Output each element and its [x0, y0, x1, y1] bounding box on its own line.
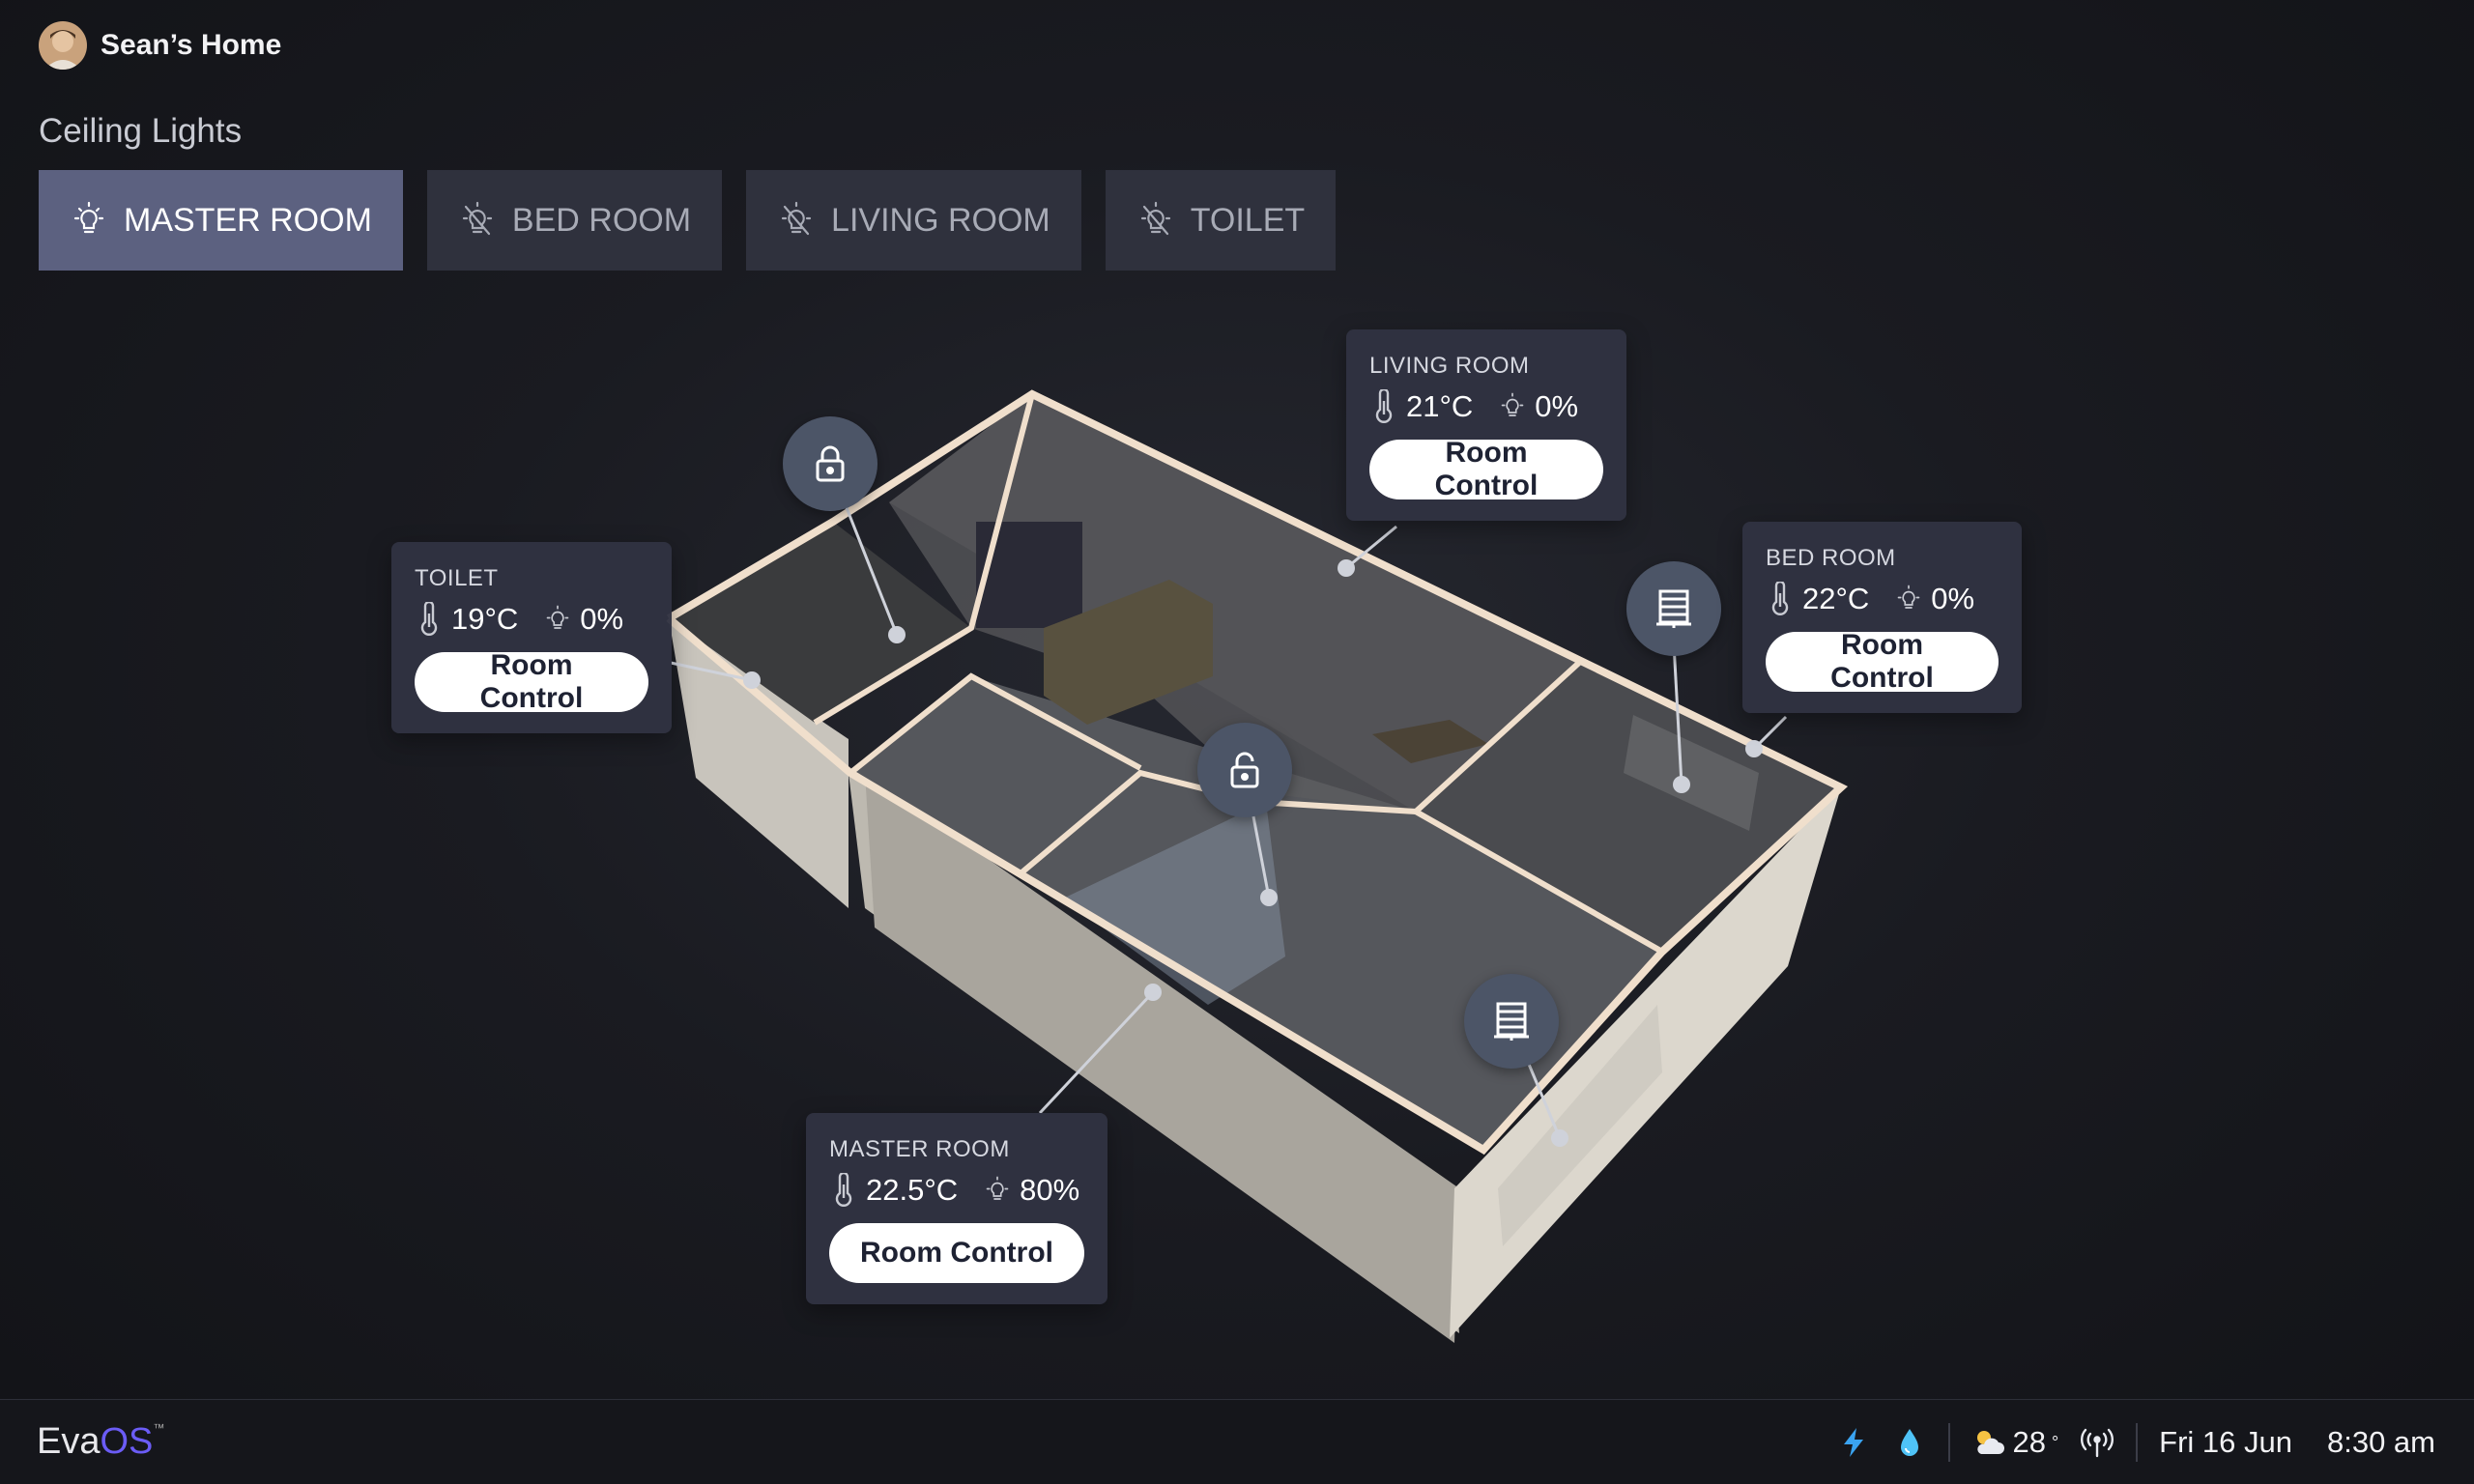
- lock-button-toilet[interactable]: [783, 416, 877, 511]
- time-display: 8:30 am: [2326, 1425, 2435, 1459]
- weather-degree: °: [2051, 1432, 2059, 1452]
- room-temperature: 21°C: [1406, 389, 1474, 423]
- thermometer-icon: [835, 1173, 852, 1207]
- room-stats: 21°C 0%: [1369, 389, 1603, 424]
- bulb-icon: [546, 605, 569, 629]
- thermometer-icon: [1771, 582, 1789, 615]
- bulb-icon: [1897, 585, 1920, 609]
- room-stats: 22.5°C 80%: [829, 1173, 1084, 1208]
- window-blinds-icon: [1494, 1002, 1529, 1041]
- divider: [1948, 1423, 1951, 1462]
- leader-dot: [1551, 1129, 1568, 1147]
- leader-dot: [888, 626, 906, 643]
- bulb-icon: [1501, 392, 1524, 416]
- lightning-icon[interactable]: [1836, 1425, 1871, 1460]
- lock-icon: [816, 445, 845, 482]
- leader-dot: [1673, 776, 1690, 793]
- room-name: MASTER ROOM: [829, 1136, 1010, 1162]
- room-card-toilet: TOILET 19°C 0% Room Control: [391, 542, 672, 733]
- room-name: TOILET: [415, 565, 499, 591]
- wireless-signal-icon[interactable]: [2080, 1425, 2114, 1460]
- blinds-button-bed[interactable]: [1626, 561, 1721, 656]
- room-name: BED ROOM: [1766, 545, 1896, 571]
- status-bar: EvaOS™ 28 ° Fri 16 Jun 8:30 am: [0, 1399, 2474, 1484]
- room-control-button[interactable]: Room Control: [829, 1223, 1084, 1283]
- divider: [2136, 1423, 2139, 1462]
- room-control-button[interactable]: Room Control: [1369, 437, 1603, 501]
- thermometer-icon: [1375, 389, 1393, 423]
- status-tray: 28 ° Fri 16 Jun 8:30 am: [1836, 1419, 2435, 1466]
- room-light-level: 0%: [580, 602, 624, 636]
- room-light-level: 80%: [1020, 1173, 1080, 1207]
- leader-dot: [1338, 559, 1355, 577]
- room-light-level: 0%: [1931, 582, 1975, 615]
- leader-dot: [1260, 889, 1278, 906]
- blinds-button-master[interactable]: [1464, 974, 1559, 1069]
- brand-os: OS: [100, 1421, 154, 1462]
- unlock-icon: [1230, 752, 1259, 788]
- thermometer-icon: [420, 602, 438, 636]
- room-temperature: 22°C: [1802, 582, 1870, 615]
- room-temperature: 19°C: [451, 602, 519, 636]
- window-blinds-icon: [1656, 589, 1691, 628]
- weather-widget[interactable]: 28 °: [1971, 1425, 2058, 1460]
- room-stats: 19°C 0%: [415, 602, 648, 637]
- leader-dot: [743, 671, 761, 689]
- room-card-bed: BED ROOM 22°C 0% Room Control: [1742, 522, 2022, 713]
- room-card-living: LIVING ROOM 21°C 0% Room Control: [1346, 329, 1626, 521]
- room-control-button[interactable]: Room Control: [415, 649, 648, 714]
- room-control-button[interactable]: Room Control: [1766, 629, 1999, 694]
- weather-temperature: 28: [2012, 1425, 2046, 1459]
- leader-dot: [1144, 984, 1162, 1001]
- brand-name: Eva: [37, 1421, 101, 1462]
- room-name: LIVING ROOM: [1369, 353, 1530, 379]
- water-drop-icon[interactable]: [1892, 1425, 1927, 1460]
- brand-logo[interactable]: EvaOS™: [37, 1421, 164, 1463]
- brand-tm: ™: [153, 1421, 165, 1435]
- leader-dot: [1745, 740, 1763, 757]
- room-light-level: 0%: [1535, 389, 1579, 423]
- room-card-master: MASTER ROOM 22.5°C 80% Room Control: [806, 1113, 1108, 1304]
- bulb-icon: [986, 1176, 1009, 1200]
- date-display: Fri 16 Jun: [2159, 1425, 2292, 1459]
- room-stats: 22°C 0%: [1766, 582, 1999, 616]
- partly-sunny-icon: [1977, 1431, 2005, 1454]
- room-temperature: 22.5°C: [866, 1173, 959, 1207]
- lock-button-master[interactable]: [1197, 723, 1292, 817]
